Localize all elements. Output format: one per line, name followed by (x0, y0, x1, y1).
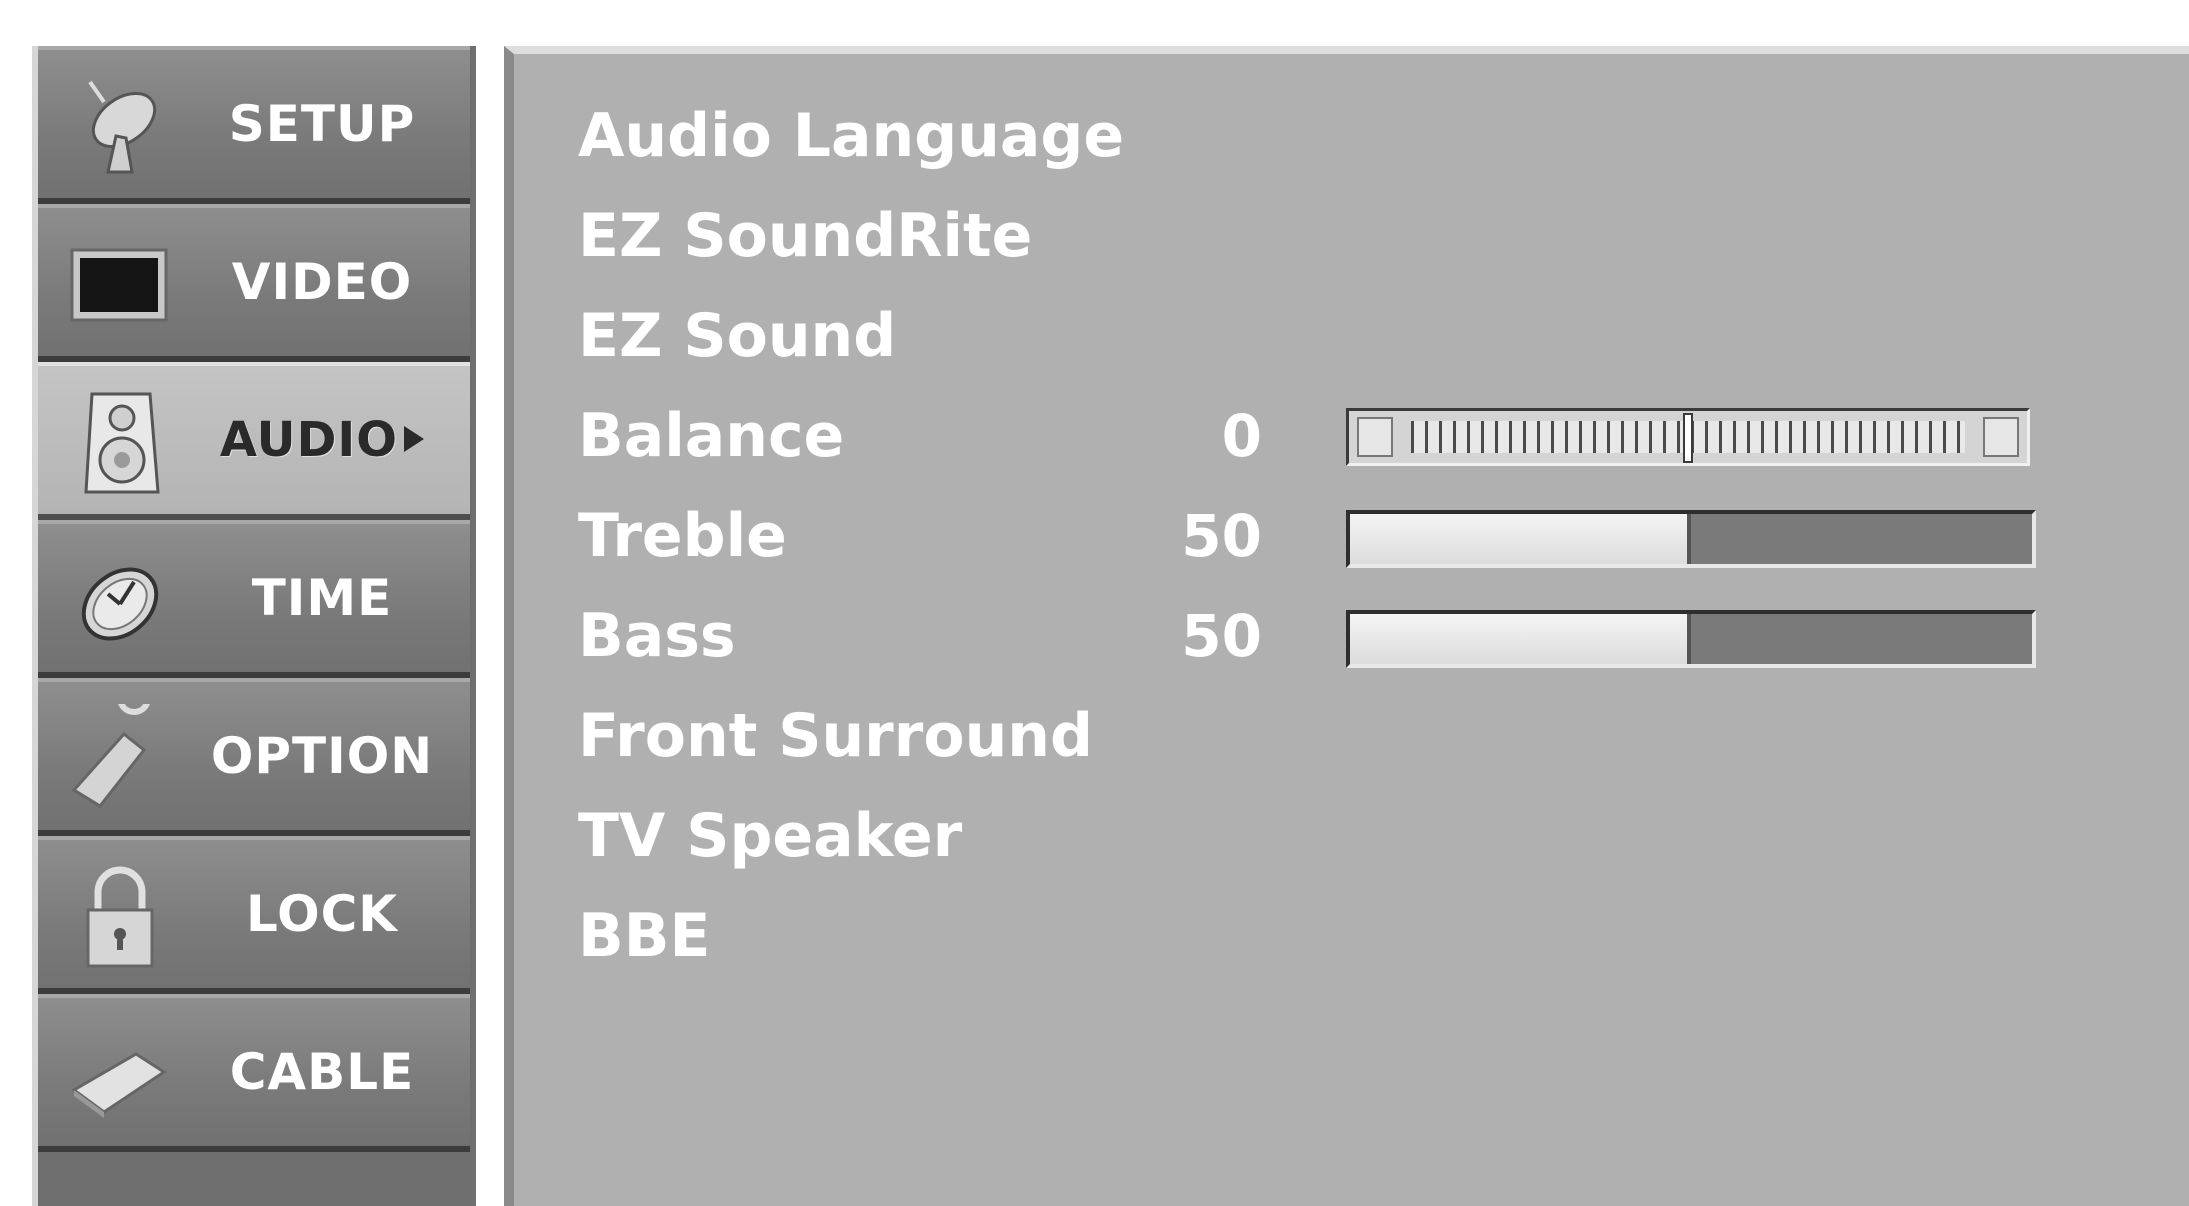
menu-item-audio-language[interactable]: Audio Language (578, 86, 1124, 186)
sidebar-item-label: SETUP (228, 95, 416, 153)
menu-item-ez-sound[interactable]: EZ Sound (578, 286, 896, 386)
sidebar-item-label: LOCK (245, 885, 399, 943)
tag-icon (64, 704, 174, 814)
sidebar-item-time[interactable]: TIME (38, 520, 470, 678)
balance-value: 0 (1221, 402, 1262, 470)
balance-right-cap (1983, 417, 2019, 457)
clock-icon (64, 546, 174, 656)
sidebar-item-cable[interactable]: CABLE (38, 994, 470, 1152)
treble-value: 50 (1181, 502, 1262, 570)
sidebar-item-audio[interactable]: AUDIO (38, 362, 470, 520)
sidebar-item-label-text: AUDIO (219, 412, 399, 468)
treble-level-bar[interactable] (1346, 510, 2036, 568)
bass-level-bar[interactable] (1346, 610, 2036, 668)
sidebar-item-label: VIDEO (231, 253, 413, 311)
sidebar-item-option[interactable]: OPTION (38, 678, 470, 836)
sidebar-item-lock[interactable]: LOCK (38, 836, 470, 994)
sidebar-item-video[interactable]: VIDEO (38, 204, 470, 362)
sidebar-item-label: CABLE (229, 1043, 415, 1101)
menu-item-tv-speaker[interactable]: TV Speaker (578, 786, 962, 886)
bass-value: 50 (1181, 602, 1262, 670)
menu-item-balance[interactable]: Balance (578, 386, 844, 486)
arrow-right-icon (404, 426, 425, 452)
cable-card-icon (64, 1020, 174, 1130)
sidebar-item-label: OPTION (210, 727, 434, 785)
sidebar-item-label: TIME (251, 569, 393, 627)
treble-level-fill (1350, 514, 1691, 564)
menu-item-treble[interactable]: Treble (578, 486, 787, 586)
balance-slider[interactable] (1346, 408, 2030, 466)
menu-item-ez-soundrite[interactable]: EZ SoundRite (578, 186, 1032, 286)
padlock-icon (64, 862, 174, 972)
sidebar-item-setup[interactable]: SETUP (38, 46, 470, 204)
menu-item-front-surround[interactable]: Front Surround (578, 686, 1093, 786)
sidebar-item-label: AUDIO (188, 366, 456, 514)
sidebar-menu: SETUP VIDEO AUDIO TIME OPTION LOCK CABLE (32, 46, 476, 1206)
balance-knob[interactable] (1683, 413, 1693, 463)
menu-item-bbe[interactable]: BBE (578, 886, 710, 986)
audio-settings-panel: Audio Language EZ SoundRite EZ Sound Bal… (504, 46, 2189, 1206)
satellite-dish-icon (64, 72, 174, 182)
bass-level-fill (1350, 614, 1691, 664)
balance-left-cap (1357, 417, 1393, 457)
screen-icon (64, 230, 174, 340)
menu-item-bass[interactable]: Bass (578, 586, 736, 686)
speaker-icon (64, 388, 174, 498)
